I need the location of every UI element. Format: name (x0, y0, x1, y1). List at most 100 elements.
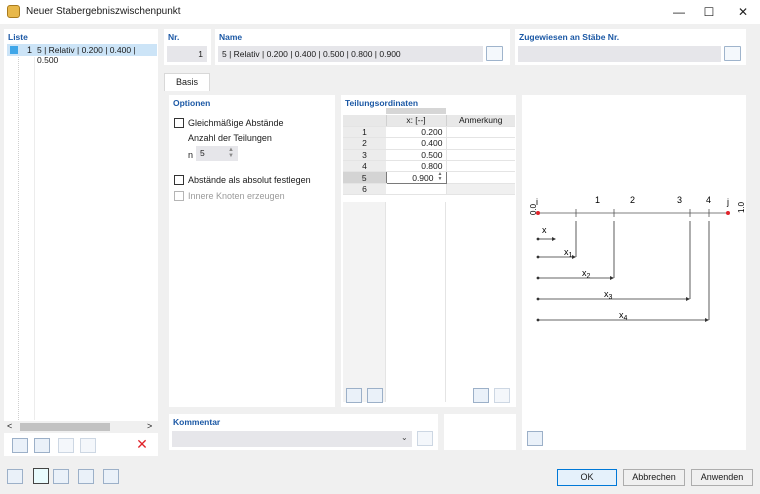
tab-basis[interactable]: Basis (164, 73, 210, 91)
nr-field[interactable]: 1 (167, 46, 207, 62)
assigned-field[interactable] (518, 46, 721, 62)
scroll-left-arrow[interactable]: < (7, 421, 12, 431)
column-divider (34, 57, 35, 420)
table-row[interactable]: 3 0.500 (343, 149, 515, 162)
options-title: Optionen (173, 98, 211, 108)
apply-button[interactable]: Anwenden (691, 469, 753, 486)
end-node-label: j (726, 197, 729, 207)
tick-label: 2 (630, 195, 635, 205)
chevron-down-icon[interactable]: ⌄ (401, 433, 408, 442)
list-title: Liste (8, 32, 28, 42)
division-diagram: i j 0.0 1.0 1 2 3 4 x x1 x2 x3 x4 (529, 195, 746, 322)
absolute-label: Abstände als absolut festlegen (188, 175, 311, 185)
spinner-arrows-icon[interactable]: ▲ ▼ (228, 147, 234, 159)
table-row[interactable]: 2 0.400 (343, 137, 515, 150)
list-item-number: 1 (27, 45, 33, 55)
edit-name-icon[interactable] (486, 46, 503, 61)
x-column-fill (386, 202, 446, 402)
end-value-label: 1.0 (737, 201, 746, 213)
active-cell-editor[interactable]: 0.900 ▲ ▼ (385, 171, 447, 184)
title-bar: Neuer Stabergebniszwischenpunkt — ☐ ✕ (0, 0, 760, 24)
cell-spinner-icon[interactable]: ▲ ▼ (438, 172, 443, 182)
uncheck-all-icon[interactable] (80, 438, 96, 453)
equal-spacing-checkbox[interactable] (174, 118, 184, 128)
name-label: Name (219, 32, 243, 42)
cancel-button[interactable]: Abbrechen (623, 469, 685, 486)
empty-panel (444, 414, 516, 450)
check-all-icon[interactable] (58, 438, 74, 453)
tick-label: 4 (706, 195, 711, 205)
table-row[interactable]: 6 (343, 183, 515, 196)
name-panel: Name 5 | Relativ | 0.200 | 0.400 | 0.500… (215, 29, 510, 65)
n-value: 5 (200, 148, 205, 158)
division-title: Teilungsordinaten (345, 98, 419, 108)
dimension-arrow-icon (705, 318, 709, 322)
table-export-icon[interactable] (473, 388, 489, 403)
comment-panel: Kommentar ⌄ (169, 414, 438, 450)
comment-input[interactable] (172, 431, 412, 447)
dimension-origin-icon (536, 318, 540, 322)
new-item-icon[interactable] (12, 438, 28, 453)
select-members-icon[interactable] (724, 46, 741, 61)
ok-button[interactable]: OK (557, 469, 617, 486)
scroll-right-arrow[interactable]: > (147, 421, 152, 431)
x-arrow-head-icon (552, 237, 556, 241)
dimension-arrow-icon (572, 255, 576, 259)
end-node-icon (726, 211, 730, 215)
close-button[interactable]: ✕ (728, 0, 758, 24)
diagram-panel: i j 0.0 1.0 1 2 3 4 x x1 x2 x3 x4 (522, 95, 746, 450)
equal-spacing-label: Gleichmäßige Abstände (188, 118, 284, 128)
assigned-panel: Zugewiesen an Stäbe Nr. (515, 29, 746, 65)
table-row-active[interactable]: 5 0.900 ▲ ▼ (343, 171, 515, 184)
dimension-origin-icon (536, 276, 540, 280)
delete-row-icon[interactable] (367, 388, 383, 403)
table-row[interactable]: 4 0.800 (343, 160, 515, 173)
header-x: x: [--] (385, 115, 446, 127)
color-box-icon[interactable] (33, 468, 49, 484)
inner-nodes-checkbox[interactable] (174, 191, 184, 201)
maximize-button[interactable]: ☐ (694, 0, 724, 24)
list-item[interactable]: 1 5 | Relativ | 0.200 | 0.400 | 0.500 (7, 44, 157, 65)
dimension-origin-icon (536, 255, 540, 259)
n-label: n (188, 150, 194, 160)
table-header: x: [--] Anmerkung (343, 115, 515, 127)
dimension-arrow-icon (610, 276, 614, 280)
absolute-checkbox[interactable] (174, 175, 184, 185)
item-color-swatch (10, 46, 18, 54)
assigned-label: Zugewiesen an Stäbe Nr. (519, 32, 620, 42)
row-header-strip (343, 202, 386, 402)
app-icon (7, 5, 20, 18)
x-direction-label: x (542, 225, 547, 235)
window-title: Neuer Stabergebniszwischenpunkt (26, 6, 181, 17)
comment-library-icon[interactable] (417, 431, 433, 446)
name-field[interactable]: 5 | Relativ | 0.200 | 0.400 | 0.500 | 0.… (218, 46, 483, 62)
dimension-origin-icon (536, 297, 540, 301)
nr-panel: Nr. 1 (164, 29, 211, 65)
start-node-icon (536, 211, 540, 215)
formula-icon[interactable] (103, 469, 119, 484)
insert-row-icon[interactable] (346, 388, 362, 403)
header-note: Anmerkung (445, 115, 515, 127)
tick-label: 1 (595, 195, 600, 205)
num-divisions-label: Anzahl der Teilungen (188, 133, 272, 143)
table-import-icon[interactable] (494, 388, 510, 403)
inner-nodes-label: Innere Knoten erzeugen (188, 191, 285, 201)
column-group-header (386, 108, 446, 114)
table-row[interactable]: 1 0.200 (343, 126, 515, 139)
minimize-button[interactable]: — (664, 0, 694, 24)
scrollbar-thumb[interactable] (20, 423, 110, 431)
copy-item-icon[interactable] (34, 438, 50, 453)
horizontal-scrollbar[interactable]: < > (4, 421, 158, 433)
dimension-arrow-icon (686, 297, 690, 301)
n-spinner[interactable]: 5 ▲ ▼ (196, 146, 238, 161)
options-panel: Optionen Gleichmäßige Abstände Anzahl de… (169, 95, 335, 407)
tick-label: 3 (677, 195, 682, 205)
units-icon[interactable] (7, 469, 23, 484)
delete-icon[interactable]: ✕ (135, 437, 149, 451)
display-options-icon[interactable] (53, 469, 69, 484)
diagram-view-icon[interactable] (527, 431, 543, 446)
list-panel: Liste 1 5 | Relativ | 0.200 | 0.400 | 0.… (4, 29, 158, 456)
nr-label: Nr. (168, 32, 180, 42)
view-icon[interactable] (78, 469, 94, 484)
division-table: x: [--] Anmerkung 1 0.200 2 0.400 3 0.50… (343, 115, 515, 196)
